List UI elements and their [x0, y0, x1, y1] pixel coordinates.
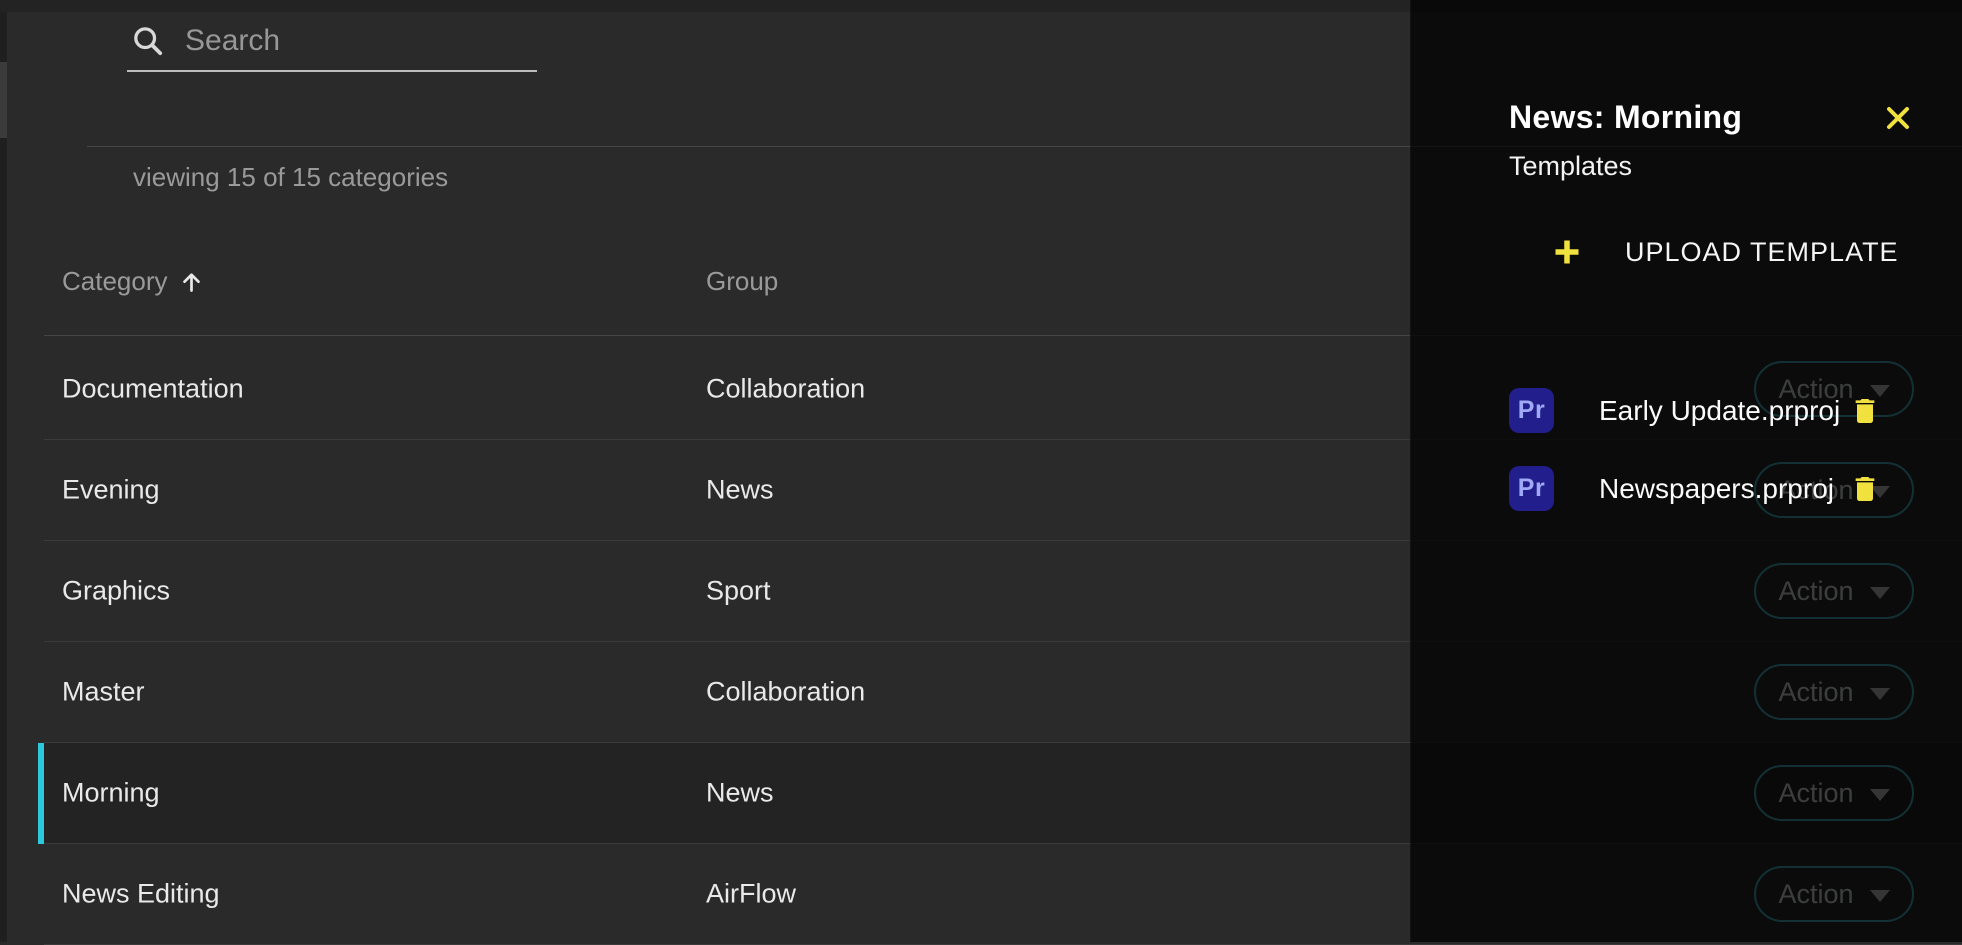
group-cell: Collaboration — [706, 677, 865, 708]
template-list: Pr Early Update.prproj Pr Newspapers.prp… — [1509, 372, 1962, 528]
group-cell: News — [706, 778, 774, 809]
delete-template-button[interactable] — [1848, 472, 1882, 506]
template-list-item[interactable]: Pr Early Update.prproj — [1509, 372, 1962, 450]
left-scrollbar — [0, 12, 7, 942]
template-list-item[interactable]: Pr Newspapers.prproj — [1509, 450, 1962, 528]
group-cell: Sport — [706, 576, 771, 607]
category-count-text: viewing 15 of 15 categories — [133, 162, 448, 193]
group-cell: Collaboration — [706, 374, 865, 405]
delete-template-button[interactable] — [1848, 394, 1882, 428]
upload-template-label: UPLOAD TEMPLATE — [1625, 237, 1899, 268]
premiere-pro-icon: Pr — [1509, 466, 1554, 511]
column-header-group[interactable]: Group — [706, 266, 778, 297]
premiere-pro-icon-label: Pr — [1518, 474, 1545, 503]
sort-ascending-icon — [178, 268, 205, 295]
trash-icon — [1849, 473, 1881, 505]
category-cell: Evening — [62, 475, 160, 506]
template-name: Newspapers.prproj — [1599, 473, 1834, 505]
drawer-title: News: Morning — [1509, 99, 1742, 136]
plus-icon — [1551, 236, 1583, 268]
upload-template-button[interactable]: UPLOAD TEMPLATE — [1551, 230, 1899, 274]
drawer-subtitle: Templates — [1509, 151, 1632, 182]
template-name: Early Update.prproj — [1599, 395, 1840, 427]
search-input[interactable] — [183, 23, 537, 59]
group-cell: AirFlow — [706, 879, 796, 910]
selected-row-accent — [38, 743, 44, 844]
close-drawer-button[interactable] — [1880, 100, 1916, 136]
group-column-label: Group — [706, 266, 778, 296]
category-cell: Graphics — [62, 576, 170, 607]
premiere-pro-icon: Pr — [1509, 388, 1554, 433]
search-field[interactable] — [127, 12, 537, 72]
scrollbar-thumb[interactable] — [0, 62, 7, 138]
category-cell: Master — [62, 677, 145, 708]
premiere-pro-icon-label: Pr — [1518, 396, 1545, 425]
category-cell: Documentation — [62, 374, 244, 405]
trash-icon — [1849, 395, 1881, 427]
search-icon — [131, 24, 165, 58]
category-column-label: Category — [62, 266, 168, 297]
template-drawer: News: Morning Templates UPLOAD TEMPLATE … — [1410, 0, 1962, 942]
category-cell: Morning — [62, 778, 160, 809]
app-window: viewing 15 of 15 categories Category Gro… — [0, 0, 1962, 942]
category-cell: News Editing — [62, 879, 220, 910]
column-header-category[interactable]: Category — [62, 266, 205, 297]
group-cell: News — [706, 475, 774, 506]
close-icon — [1882, 102, 1914, 134]
